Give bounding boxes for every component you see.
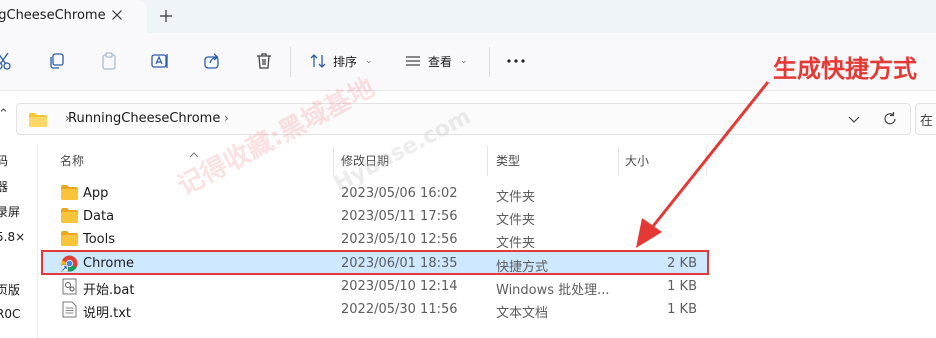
file-modified: 2023/05/10 12:56 bbox=[341, 232, 458, 247]
toolbar-separator bbox=[290, 47, 291, 77]
nav-item[interactable]: 5.8× bbox=[0, 230, 25, 244]
file-name: 说明.txt bbox=[83, 306, 132, 321]
table-row[interactable]: Data 2023/05/11 17:56 文件夹 bbox=[41, 205, 709, 228]
tab-active[interactable]: ngCheeseChrome bbox=[0, 0, 147, 33]
close-icon[interactable] bbox=[108, 6, 126, 24]
refresh-icon[interactable] bbox=[881, 110, 899, 128]
table-row[interactable]: 开始.bat 2023/05/10 12:14 Windows 批处理... 1… bbox=[41, 275, 709, 298]
tab-bar: ngCheeseChrome bbox=[0, 0, 936, 33]
chevron-up-icon[interactable]: ⌃ bbox=[0, 107, 9, 122]
batch-file-icon bbox=[61, 278, 78, 295]
chevron-down-icon: ⌄ bbox=[460, 56, 468, 66]
file-type: Windows 批处理... bbox=[496, 283, 610, 298]
file-type: 文件夹 bbox=[496, 213, 536, 228]
sort-ascending-icon bbox=[188, 144, 200, 158]
nav-item[interactable]: 码 bbox=[0, 152, 8, 169]
copy-icon[interactable] bbox=[47, 51, 67, 71]
address-row: ⌃ › RunningCheeseChrome › bbox=[0, 91, 936, 144]
nav-item[interactable]: 器 bbox=[0, 178, 8, 195]
plus-icon[interactable] bbox=[156, 6, 176, 26]
pane-divider bbox=[37, 144, 38, 338]
trash-icon[interactable] bbox=[254, 51, 274, 71]
file-modified: 2023/05/06 16:02 bbox=[341, 186, 458, 201]
annotation-highlight-box bbox=[41, 250, 709, 275]
navigation-pane: 码 器 录屏 5.8× 页版 R0C bbox=[0, 144, 37, 338]
file-name: Data bbox=[83, 209, 115, 224]
nav-item[interactable]: 录屏 bbox=[0, 203, 20, 220]
folder-icon bbox=[61, 208, 78, 225]
more-options-icon[interactable] bbox=[505, 51, 527, 71]
breadcrumb-chevron-icon[interactable]: › bbox=[224, 111, 229, 125]
file-name: 开始.bat bbox=[83, 283, 135, 298]
column-header-modified[interactable]: 修改日期 bbox=[341, 152, 389, 169]
view-button[interactable]: 查看 ⌄ bbox=[404, 50, 468, 72]
folder-icon bbox=[61, 231, 78, 248]
search-input[interactable]: 在 bbox=[915, 103, 936, 135]
view-label: 查看 bbox=[428, 54, 453, 69]
column-header-name[interactable]: 名称 bbox=[60, 152, 84, 169]
file-type: 文件夹 bbox=[496, 190, 536, 205]
column-header-type[interactable]: 类型 bbox=[496, 152, 520, 169]
sort-label: 排序 bbox=[333, 54, 358, 69]
view-icon bbox=[406, 56, 420, 66]
table-row[interactable]: Tools 2023/05/10 12:56 文件夹 bbox=[41, 228, 709, 251]
paste-icon[interactable] bbox=[99, 51, 119, 71]
column-divider[interactable] bbox=[618, 146, 619, 176]
sort-icon bbox=[310, 54, 326, 68]
chevron-down-icon[interactable] bbox=[846, 111, 862, 127]
file-name: Tools bbox=[83, 232, 116, 247]
search-placeholder: 在 bbox=[920, 114, 934, 129]
share-icon[interactable] bbox=[202, 51, 222, 71]
file-name: App bbox=[83, 186, 109, 201]
nav-item[interactable]: 页版 bbox=[0, 281, 20, 298]
table-row[interactable]: App 2023/05/06 16:02 文件夹 bbox=[41, 182, 709, 205]
column-divider[interactable] bbox=[487, 146, 488, 176]
file-type: 文件夹 bbox=[496, 236, 536, 251]
address-bar[interactable]: › RunningCheeseChrome › bbox=[16, 103, 911, 135]
sort-button[interactable]: 排序 ⌄ bbox=[309, 50, 373, 72]
file-modified: 2023/05/11 17:56 bbox=[341, 209, 458, 224]
file-size: 1 KB bbox=[667, 279, 697, 294]
file-size: 1 KB bbox=[667, 302, 697, 317]
folder-icon bbox=[29, 112, 47, 131]
cut-icon[interactable] bbox=[0, 51, 14, 71]
rename-icon[interactable] bbox=[150, 51, 170, 71]
toolbar-separator bbox=[489, 47, 490, 77]
file-type: 文本文档 bbox=[496, 306, 549, 321]
breadcrumb-path[interactable]: RunningCheeseChrome bbox=[68, 111, 220, 126]
column-header-size[interactable]: 大小 bbox=[625, 152, 649, 169]
file-modified: 2022/05/30 11:56 bbox=[341, 302, 458, 317]
file-modified: 2023/05/10 12:14 bbox=[341, 279, 458, 294]
table-row[interactable]: 说明.txt 2022/05/30 11:56 文本文档 1 KB bbox=[41, 298, 709, 321]
column-divider[interactable] bbox=[706, 146, 707, 176]
chevron-down-icon: ⌄ bbox=[365, 56, 373, 66]
nav-item[interactable]: R0C bbox=[0, 307, 20, 321]
text-file-icon bbox=[61, 301, 78, 318]
annotation-label: 生成快捷方式 bbox=[773, 55, 917, 83]
column-divider[interactable] bbox=[333, 146, 334, 176]
folder-icon bbox=[61, 185, 78, 202]
tab-title: ngCheeseChrome bbox=[0, 8, 106, 23]
